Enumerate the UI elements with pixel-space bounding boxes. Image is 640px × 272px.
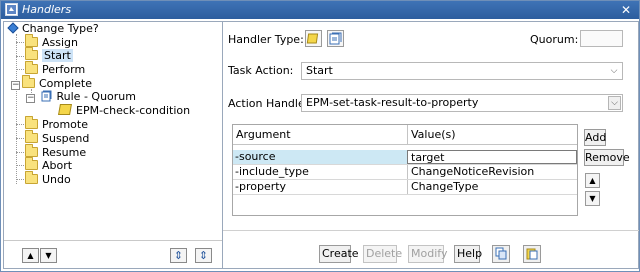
handlers-window: Handlers ✕ Change Type? Assign Start Per… [0,0,640,272]
divider [223,230,639,231]
copy-icon [495,247,507,260]
tree-item-resume[interactable]: Resume [25,144,86,159]
arguments-table: Argument Value(s) -source target -includ… [232,124,578,216]
expand-all-button[interactable]: ⇕ [170,248,187,263]
modify-button[interactable]: Modify [408,245,447,263]
task-action-value: Start [306,64,333,77]
folder-icon [22,75,35,88]
argument-up-button[interactable]: ▲ [585,173,600,188]
create-button[interactable]: Create [319,245,359,263]
tree-item-complete[interactable]: − Complete [11,75,92,90]
tree-item-rule-quorum[interactable]: − Rule - Quorum [26,90,136,103]
add-argument-button[interactable]: Add [584,129,606,146]
folder-icon [25,47,38,60]
quorum-input[interactable] [580,30,623,47]
handler-tree: Change Type? Assign Start Perform − Compl… [4,22,222,238]
value-cell[interactable]: target [407,150,577,164]
rule-icon [41,90,53,102]
up-arrow-icon: ▲ [589,176,596,185]
move-up-button[interactable]: ▲ [22,248,39,263]
collapse-all-button[interactable]: ⇕ [195,248,212,263]
remove-argument-button[interactable]: Remove [584,149,630,166]
value-cell[interactable]: ChangeType [407,180,577,194]
expand-icon: ⇕ [173,249,184,262]
copy-button[interactable] [492,245,510,263]
folder-handler-icon [306,33,319,44]
argument-down-button[interactable]: ▼ [585,191,600,206]
down-arrow-icon: ▼ [45,251,52,260]
table-row[interactable]: -property ChangeType [233,180,577,195]
folder-icon [25,130,38,143]
argument-cell[interactable]: -property [233,180,407,194]
workflow-root-icon [7,22,19,34]
action-handler-select[interactable]: EPM-set-task-result-to-property ⌵ [301,94,623,112]
tree-item-epm-check-condition[interactable]: EPM-check-condition [58,104,190,117]
rule-handler-icon [329,32,342,45]
handlers-app-icon [5,3,18,16]
folder-icon [25,34,38,47]
argument-cell[interactable]: -include_type [233,165,407,179]
argument-cell[interactable]: -source [233,150,407,164]
rule-handler-type-button[interactable] [327,30,344,47]
help-button[interactable]: Help [454,245,482,263]
handler-type-label: Handler Type: [228,33,304,46]
down-arrow-icon: ▼ [589,194,596,203]
chevron-down-icon: ⌵ [610,66,618,76]
paste-icon [526,248,538,260]
paste-button[interactable] [523,245,541,263]
folder-icon [25,144,38,157]
tree-item-promote[interactable]: Promote [25,116,88,131]
up-arrow-icon: ▲ [27,251,34,260]
delete-button[interactable]: Delete [363,245,402,263]
tree-item-perform[interactable]: Perform [25,61,85,76]
tree-toolbar: ▲ ▼ ⇕ ⇕ [4,240,222,268]
table-row[interactable]: -include_type ChangeNoticeRevision [233,165,577,180]
table-header: Argument Value(s) [233,125,577,145]
action-handler-value: EPM-set-task-result-to-property [306,96,479,109]
task-action-select[interactable]: Start ⌵ [301,62,623,80]
column-header-argument[interactable]: Argument [233,125,291,145]
table-row[interactable]: -source target [233,150,577,165]
folder-icon [25,171,38,184]
handler-tree-pane: Change Type? Assign Start Perform − Compl… [3,21,223,269]
close-icon[interactable]: ✕ [619,1,633,19]
task-action-label: Task Action: [228,64,294,77]
tree-item-suspend[interactable]: Suspend [25,130,89,145]
collapse-icon[interactable]: − [11,81,20,90]
move-down-button[interactable]: ▼ [40,248,57,263]
collapse-all-icon: ⇕ [198,249,209,262]
collapse-icon[interactable]: − [26,94,35,103]
handler-details-pane: Handler Type: Quorum: Task Action: Start… [223,21,639,269]
title-bar: Handlers ✕ [1,1,639,19]
column-header-values[interactable]: Value(s) [408,125,456,145]
tree-item-undo[interactable]: Undo [25,171,71,186]
handler-condition-icon [58,104,72,115]
folder-icon [25,116,38,129]
folder-icon [25,157,38,170]
value-cell[interactable]: ChangeNoticeRevision [407,165,577,179]
window-title: Handlers [22,3,72,16]
tree-root-change-type[interactable]: Change Type? [7,22,99,35]
folder-icon [25,61,38,74]
chevron-down-icon: ⌵ [608,96,621,110]
action-handler-type-button[interactable] [305,30,322,47]
quorum-label: Quorum: [530,33,579,46]
